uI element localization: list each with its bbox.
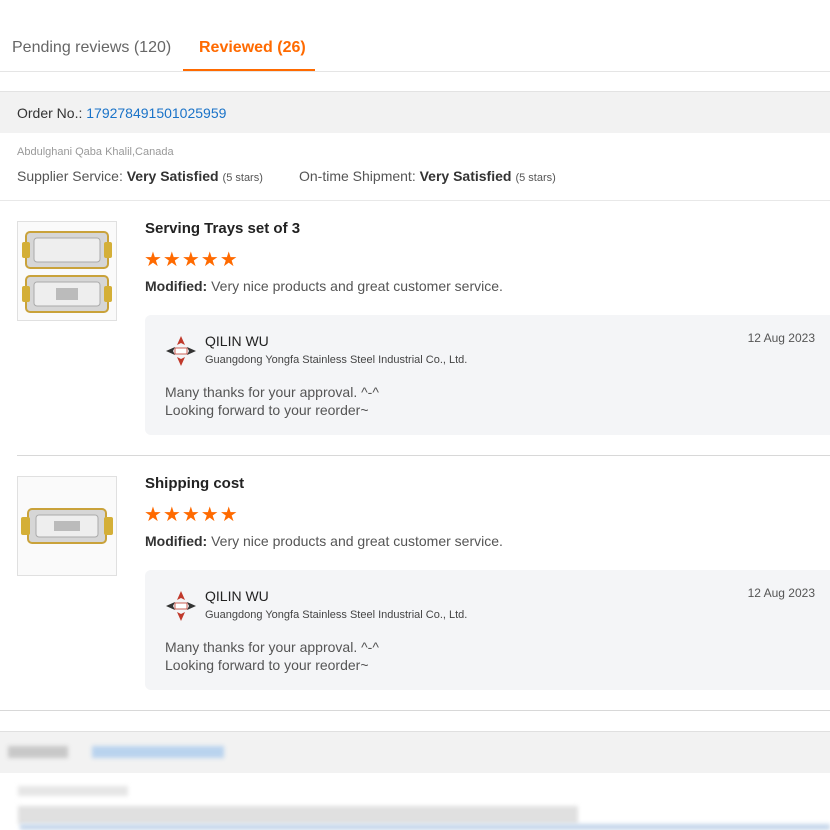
comment-label: Modified:	[145, 278, 208, 294]
seller-reply: QILIN WU Guangdong Yongfa Stainless Stee…	[145, 570, 830, 690]
reply-line-2: Looking forward to your reorder~	[165, 657, 369, 673]
divider	[0, 200, 830, 201]
star-rating: ★★★★★	[144, 249, 239, 271]
blurred-text	[18, 786, 128, 796]
order-number-link[interactable]: 179278491501025959	[86, 105, 226, 121]
shipment-rating: On-time Shipment: Very Satisfied (5 stars…	[299, 168, 556, 184]
supplier-service-rating: Supplier Service: Very Satisfied (5 stars…	[17, 168, 263, 184]
serving-trays-image	[22, 231, 112, 313]
reply-line-1: Many thanks for your approval. ^-^	[165, 384, 379, 400]
comment-text: Very nice products and great customer se…	[207, 278, 503, 294]
tray-image	[21, 508, 113, 544]
supplier-service-label: Supplier Service:	[17, 168, 127, 184]
shipment-label: On-time Shipment:	[299, 168, 420, 184]
shipment-value: Very Satisfied	[419, 168, 512, 184]
comment-label: Modified:	[145, 533, 208, 549]
reply-date: 12 Aug 2023	[747, 586, 815, 600]
divider	[17, 455, 830, 456]
review-tabs: Pending reviews (120) Reviewed (26)	[0, 0, 830, 72]
seller-logo-icon	[166, 591, 196, 621]
reply-text: Many thanks for your approval. ^-^ Looki…	[165, 638, 379, 674]
blurred-text	[18, 806, 578, 824]
reply-line-2: Looking forward to your reorder~	[165, 402, 369, 418]
shipment-stars: (5 stars)	[515, 172, 556, 184]
seller-name: QILIN WU	[205, 333, 269, 349]
seller-company[interactable]: Guangdong Yongfa Stainless Steel Industr…	[205, 609, 467, 621]
reply-text: Many thanks for your approval. ^-^ Looki…	[165, 383, 379, 419]
active-tab-indicator	[183, 69, 315, 71]
seller-company[interactable]: Guangdong Yongfa Stainless Steel Industr…	[205, 354, 467, 366]
order-number-row: Order No.: 179278491501025959	[17, 105, 226, 121]
reply-line-1: Many thanks for your approval. ^-^	[165, 639, 379, 655]
blurred-order-link	[92, 746, 224, 758]
seller-logo-icon	[166, 336, 196, 366]
buyer-info: Abdulghani Qaba Khalil,Canada	[17, 146, 174, 158]
review-comment: Modified: Very nice products and great c…	[145, 278, 503, 294]
seller-reply: QILIN WU Guangdong Yongfa Stainless Stee…	[145, 315, 830, 435]
review-comment: Modified: Very nice products and great c…	[145, 533, 503, 549]
blurred-bottom-bar	[20, 824, 830, 830]
reply-date: 12 Aug 2023	[747, 331, 815, 345]
product-thumbnail[interactable]	[17, 476, 117, 576]
supplier-service-stars: (5 stars)	[222, 172, 263, 184]
order-header: Order No.: 179278491501025959	[0, 91, 830, 133]
product-title[interactable]: Serving Trays set of 3	[145, 220, 300, 237]
blurred-label	[8, 746, 68, 758]
tab-reviewed[interactable]: Reviewed (26)	[199, 39, 306, 57]
comment-text: Very nice products and great customer se…	[207, 533, 503, 549]
product-thumbnail[interactable]	[17, 221, 117, 321]
product-title[interactable]: Shipping cost	[145, 475, 244, 492]
star-rating: ★★★★★	[144, 504, 239, 526]
order-number-label: Order No.:	[17, 105, 87, 121]
next-order-header-blurred	[0, 731, 830, 773]
supplier-service-value: Very Satisfied	[126, 168, 219, 184]
tab-pending-reviews[interactable]: Pending reviews (120)	[12, 39, 171, 57]
seller-name: QILIN WU	[205, 588, 269, 604]
divider	[0, 710, 830, 711]
